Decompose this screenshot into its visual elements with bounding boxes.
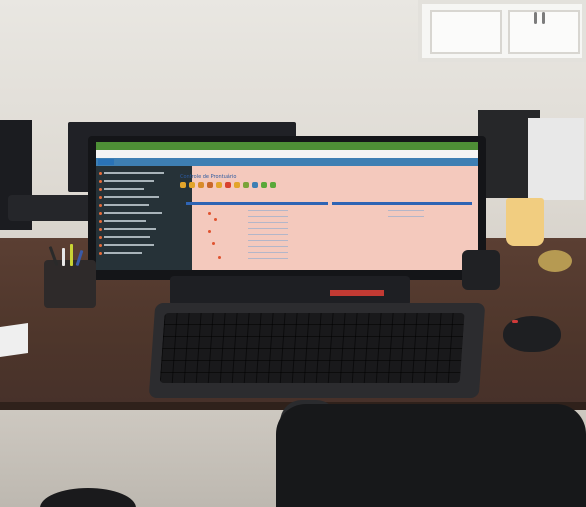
keyboard: [148, 303, 486, 398]
sidebar-item: [104, 244, 154, 246]
fruit: [538, 250, 572, 272]
window-pane-left: [430, 10, 502, 54]
row-marker: [208, 212, 211, 215]
dot-icon: [99, 244, 102, 247]
app-sidebar: [96, 166, 192, 270]
dot-icon: [99, 252, 102, 255]
toolbar-icon: [198, 182, 204, 188]
table-row: [248, 252, 288, 253]
paper-sheet: [0, 323, 28, 357]
dot-icon: [99, 220, 102, 223]
page-title: Controle de Prontuário: [180, 174, 237, 180]
table-header: [332, 202, 472, 205]
pen-holder: [44, 244, 96, 308]
office-desk-photo: Controle de Prontuário: [0, 0, 586, 507]
browser-tab-bar: [96, 142, 478, 150]
dot-icon: [99, 236, 102, 239]
table-header: [186, 202, 328, 205]
table-row: [248, 246, 288, 247]
sidebar-item: [104, 236, 150, 238]
table-row: [248, 240, 288, 241]
keyboard-keys: [159, 313, 465, 383]
window-handle: [534, 12, 537, 24]
toolbar-icon: [252, 182, 258, 188]
dot-icon: [99, 196, 102, 199]
table-row: [248, 222, 288, 223]
table-row: [248, 210, 288, 211]
toolbar-icon: [270, 182, 276, 188]
table-row: [248, 258, 288, 259]
dot-icon: [99, 228, 102, 231]
toolbar-icon: [234, 182, 240, 188]
row-marker: [218, 256, 221, 259]
sidebar-item: [104, 196, 159, 198]
sidebar-item: [104, 204, 149, 206]
toolbar-icon: [261, 182, 267, 188]
window: [418, 0, 586, 62]
speaker: [462, 250, 500, 290]
toolbar-icon: [189, 182, 195, 188]
row-marker: [208, 230, 211, 233]
row-marker: [212, 242, 215, 245]
toolbar-icon: [207, 182, 213, 188]
table-row: [248, 234, 288, 235]
table-row: [388, 210, 424, 211]
pen: [62, 248, 65, 266]
dot-icon: [99, 212, 102, 215]
toolbar-icon: [243, 182, 249, 188]
sidebar-item: [104, 180, 154, 182]
app-logo: [98, 159, 114, 165]
highlighter: [70, 244, 73, 266]
app-header: [96, 158, 478, 166]
sidebar-item: [104, 220, 146, 222]
office-chair: [276, 404, 586, 507]
pc-tower-side: [528, 118, 584, 200]
sidebar-item: [104, 172, 164, 174]
sidebar-item: [104, 252, 142, 254]
toolbar-icon: [225, 182, 231, 188]
row-marker: [214, 218, 217, 221]
cup: [506, 198, 544, 246]
monitor-screen: Controle de Prontuário: [96, 142, 478, 270]
table-row: [388, 216, 424, 217]
sidebar-item: [104, 228, 156, 230]
table-row: [248, 228, 288, 229]
toolbar-icon: [180, 182, 186, 188]
sidebar-item: [104, 212, 162, 214]
toolbar-icon: [216, 182, 222, 188]
dot-icon: [99, 204, 102, 207]
dot-icon: [99, 172, 102, 175]
sidebar-item: [104, 188, 144, 190]
table-row: [248, 216, 288, 217]
dot-icon: [99, 188, 102, 191]
window-handle: [542, 12, 545, 24]
dot-icon: [99, 180, 102, 183]
left-monitor-stand: [8, 195, 96, 221]
mouse-light: [512, 320, 518, 323]
monitor-stand-accent: [330, 290, 384, 296]
